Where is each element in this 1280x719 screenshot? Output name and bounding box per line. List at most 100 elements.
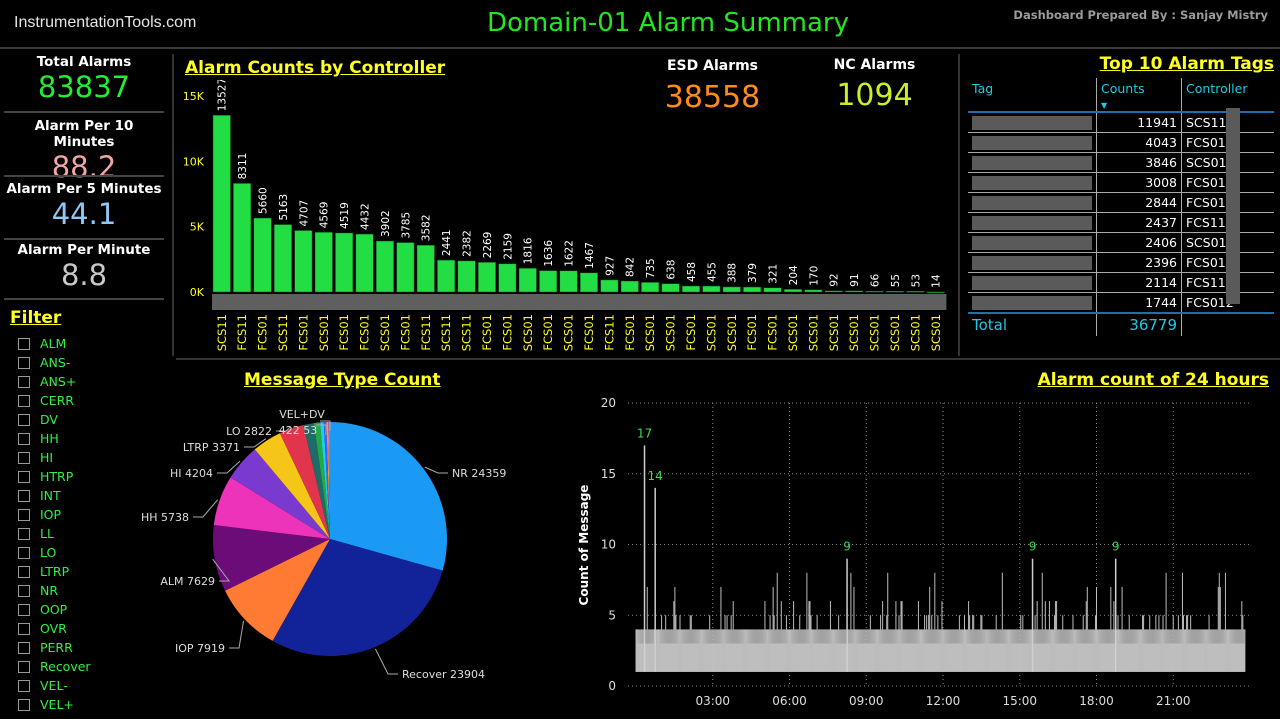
checkbox[interactable] [18, 375, 30, 388]
column-header-counts[interactable]: Counts ▼ [1096, 78, 1182, 113]
checkbox[interactable] [18, 603, 30, 616]
bar-data-label: 91 [849, 273, 861, 286]
bar[interactable] [620, 280, 639, 293]
table-scrollbar[interactable] [1226, 108, 1240, 304]
checkbox[interactable] [18, 641, 30, 654]
filter-option-alm[interactable]: ALM [18, 334, 91, 353]
bar[interactable] [804, 289, 823, 293]
bar[interactable] [579, 272, 598, 293]
bar[interactable] [906, 291, 925, 293]
checkbox[interactable] [18, 356, 30, 369]
bar[interactable] [518, 268, 537, 293]
bar[interactable] [396, 242, 415, 293]
filter-option-htrp[interactable]: HTRP [18, 467, 91, 486]
bar[interactable] [743, 286, 762, 293]
bar[interactable] [437, 259, 456, 293]
checkbox[interactable] [18, 394, 30, 407]
bar[interactable] [926, 291, 945, 294]
bar[interactable] [273, 224, 292, 293]
y-axis-label: Count of Message [577, 485, 591, 606]
bar[interactable] [702, 285, 721, 293]
filter-option-nr[interactable]: NR [18, 581, 91, 600]
slice-value: 23904 [450, 668, 485, 681]
filter-option-ovr[interactable]: OVR [18, 619, 91, 638]
total-value: 36779 [1096, 312, 1182, 336]
checkbox[interactable] [18, 470, 30, 483]
filter-option-recover[interactable]: Recover [18, 657, 91, 676]
checkbox[interactable] [18, 584, 30, 597]
column-header-tag[interactable]: Tag [968, 78, 1097, 113]
filter-option-velminus[interactable]: VEL- [18, 676, 91, 695]
filter-option-label: HH [40, 431, 59, 446]
filter-option-ansminus[interactable]: ANS- [18, 353, 91, 372]
filter-option-int[interactable]: INT [18, 486, 91, 505]
sort-desc-icon: ▼ [1101, 101, 1108, 110]
bar[interactable] [600, 279, 619, 293]
bar[interactable] [355, 233, 374, 293]
filter-option-cerr[interactable]: CERR [18, 391, 91, 410]
filter-option-dv[interactable]: DV [18, 410, 91, 429]
kpi-label: Total Alarms [36, 54, 132, 70]
checkbox[interactable] [18, 337, 30, 350]
top10-title: Top 10 Alarm Tags [1099, 54, 1274, 74]
x-tick-label: 18:00 [1079, 694, 1114, 708]
checkbox[interactable] [18, 565, 30, 578]
bar[interactable] [375, 240, 394, 293]
filter-option-hi[interactable]: HI [18, 448, 91, 467]
filter-option-oop[interactable]: OOP [18, 600, 91, 619]
checkbox[interactable] [18, 432, 30, 445]
x-tick-label: FCS11 [602, 314, 616, 351]
filter-option-perr[interactable]: PERR [18, 638, 91, 657]
checkbox[interactable] [18, 413, 30, 426]
bar[interactable] [681, 285, 700, 293]
filter-option-ansplus[interactable]: ANS+ [18, 372, 91, 391]
bar[interactable] [498, 263, 517, 293]
bar[interactable] [559, 270, 578, 293]
pie-chart-title: Message Type Count [244, 370, 441, 390]
bar[interactable] [253, 217, 272, 293]
checkbox[interactable] [18, 679, 30, 692]
bar[interactable] [845, 290, 864, 293]
bar[interactable] [314, 232, 333, 293]
bar[interactable] [824, 290, 843, 293]
checkbox[interactable] [18, 698, 30, 711]
checkbox[interactable] [18, 527, 30, 540]
x-axis-scroll-track[interactable] [212, 294, 947, 310]
bar-data-label: 5660 [258, 187, 270, 214]
checkbox[interactable] [18, 451, 30, 464]
bar[interactable] [212, 114, 231, 293]
checkbox[interactable] [18, 622, 30, 635]
bar-data-label: 4707 [298, 200, 310, 227]
slice-value: 5738 [161, 511, 189, 524]
checkbox[interactable] [18, 508, 30, 521]
filter-option-iop[interactable]: IOP [18, 505, 91, 524]
bar[interactable] [661, 283, 680, 293]
x-tick-label: FCS01 [623, 314, 637, 351]
filter-option-lo[interactable]: LO [18, 543, 91, 562]
column-header-controller[interactable]: Controller [1181, 78, 1274, 113]
x-tick-label: SCS11 [439, 314, 453, 351]
bar[interactable] [641, 282, 660, 293]
bar[interactable] [865, 290, 884, 293]
bar[interactable] [416, 244, 435, 293]
bar[interactable] [885, 291, 904, 293]
bar-data-label: 2441 [441, 229, 453, 256]
bar[interactable] [539, 270, 558, 293]
bar[interactable] [477, 262, 496, 293]
bar[interactable] [722, 286, 741, 293]
bar[interactable] [233, 183, 252, 293]
filter-option-hh[interactable]: HH [18, 429, 91, 448]
filter-option-label: HTRP [40, 469, 74, 484]
checkbox[interactable] [18, 660, 30, 673]
filter-option-ll[interactable]: LL [18, 524, 91, 543]
filter-option-ltrp[interactable]: LTRP [18, 562, 91, 581]
filter-option-velplus[interactable]: VEL+ [18, 695, 91, 714]
bar[interactable] [763, 287, 782, 293]
bar[interactable] [294, 230, 313, 293]
bar[interactable] [783, 289, 802, 293]
bar[interactable] [335, 232, 354, 293]
checkbox[interactable] [18, 546, 30, 559]
x-tick-label: FCS01 [256, 314, 270, 351]
bar[interactable] [457, 260, 476, 293]
checkbox[interactable] [18, 489, 30, 502]
